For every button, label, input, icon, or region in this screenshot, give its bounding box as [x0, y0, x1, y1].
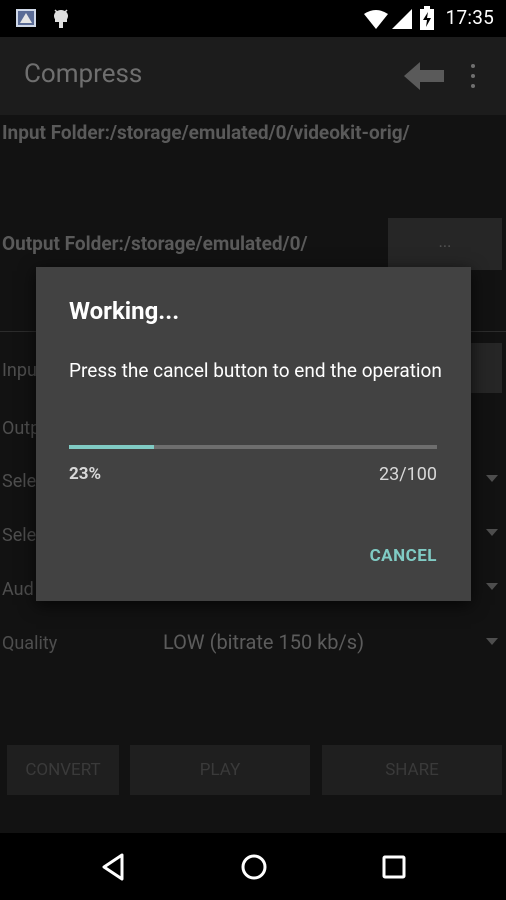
back-triangle-icon[interactable] [98, 851, 130, 883]
chevron-down-icon[interactable] [486, 638, 498, 645]
progress-dialog: Working... Press the cancel button to en… [36, 267, 471, 601]
input-folder-label: Input Folder:/storage/emulated/0/videoki… [2, 121, 410, 144]
progress-count: 23/100 [378, 464, 437, 485]
app-title: Compress [24, 59, 143, 89]
overflow-menu-icon[interactable] [466, 64, 480, 90]
app-notification-icon [16, 9, 36, 27]
wifi-icon [364, 10, 388, 29]
back-arrow-icon[interactable] [404, 62, 444, 90]
input-row-label: Inpu [2, 360, 37, 381]
cell-signal-icon [392, 9, 412, 29]
output-folder-label: Output Folder:/storage/emulated/0/ [2, 232, 308, 255]
progress-bar-fill [69, 445, 154, 449]
clock: 17:35 [445, 6, 494, 29]
chevron-down-icon[interactable] [486, 529, 498, 536]
status-bar: 17:35 [0, 0, 506, 37]
home-circle-icon[interactable] [238, 851, 270, 883]
navigation-bar [0, 833, 506, 900]
quality-select[interactable]: LOW (bitrate 150 kb/s) [163, 630, 364, 654]
dialog-message: Press the cancel button to end the opera… [69, 359, 442, 382]
cancel-button[interactable]: CANCEL [370, 546, 437, 566]
progress-bar [69, 445, 437, 449]
progress-percent: 23% [69, 464, 102, 484]
browse-output-button[interactable]: ... [388, 218, 502, 270]
chevron-down-icon[interactable] [486, 583, 498, 590]
select-row-label: Sele [2, 471, 37, 492]
select-row-label-2: Sele [2, 525, 37, 546]
quality-label: Quality [2, 633, 58, 654]
battery-charging-icon [420, 6, 434, 30]
share-button[interactable]: SHARE [322, 745, 502, 795]
app-bar: Compress [0, 37, 506, 115]
recents-square-icon[interactable] [378, 851, 410, 883]
audio-row-label: Aud [2, 579, 34, 600]
dialog-title: Working... [69, 297, 180, 325]
chevron-down-icon[interactable] [486, 475, 498, 482]
android-debug-icon [54, 9, 68, 28]
play-button[interactable]: PLAY [130, 745, 310, 795]
output-row-label: Outp [2, 418, 41, 439]
convert-button[interactable]: CONVERT [7, 745, 119, 795]
